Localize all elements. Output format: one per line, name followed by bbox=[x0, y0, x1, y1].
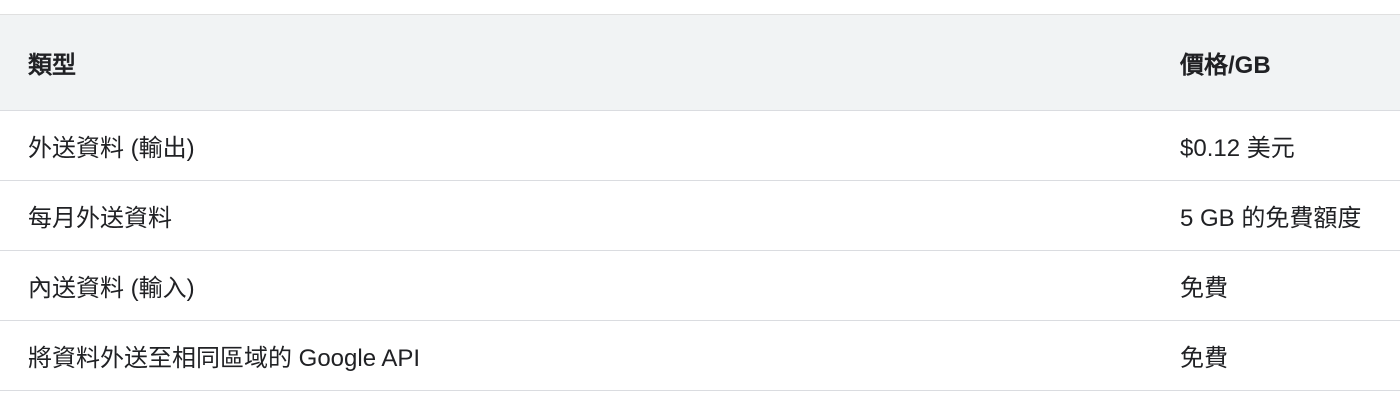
table-row: 每月外送資料 5 GB 的免費額度 bbox=[0, 180, 1400, 251]
header-price-per-gb: 價格/GB bbox=[1152, 14, 1400, 111]
cell-price: 免費 bbox=[1152, 250, 1400, 321]
cell-price: $0.12 美元 bbox=[1152, 110, 1400, 181]
cell-type: 將資料外送至相同區域的 Google API bbox=[0, 320, 1152, 391]
cell-type: 外送資料 (輸出) bbox=[0, 110, 1152, 181]
cell-price: 5 GB 的免費額度 bbox=[1152, 180, 1400, 251]
table-row: 外送資料 (輸出) $0.12 美元 bbox=[0, 110, 1400, 181]
cell-price: 免費 bbox=[1152, 320, 1400, 391]
pricing-table: 類型 價格/GB 外送資料 (輸出) $0.12 美元 每月外送資料 5 GB … bbox=[0, 14, 1400, 391]
table-body: 外送資料 (輸出) $0.12 美元 每月外送資料 5 GB 的免費額度 內送資… bbox=[0, 110, 1400, 391]
table-header: 類型 價格/GB bbox=[0, 14, 1400, 111]
header-row: 類型 價格/GB bbox=[0, 14, 1400, 111]
cell-type: 每月外送資料 bbox=[0, 180, 1152, 251]
table-row: 內送資料 (輸入) 免費 bbox=[0, 250, 1400, 321]
cell-type: 內送資料 (輸入) bbox=[0, 250, 1152, 321]
header-type: 類型 bbox=[0, 14, 1152, 111]
table-row: 將資料外送至相同區域的 Google API 免費 bbox=[0, 320, 1400, 391]
